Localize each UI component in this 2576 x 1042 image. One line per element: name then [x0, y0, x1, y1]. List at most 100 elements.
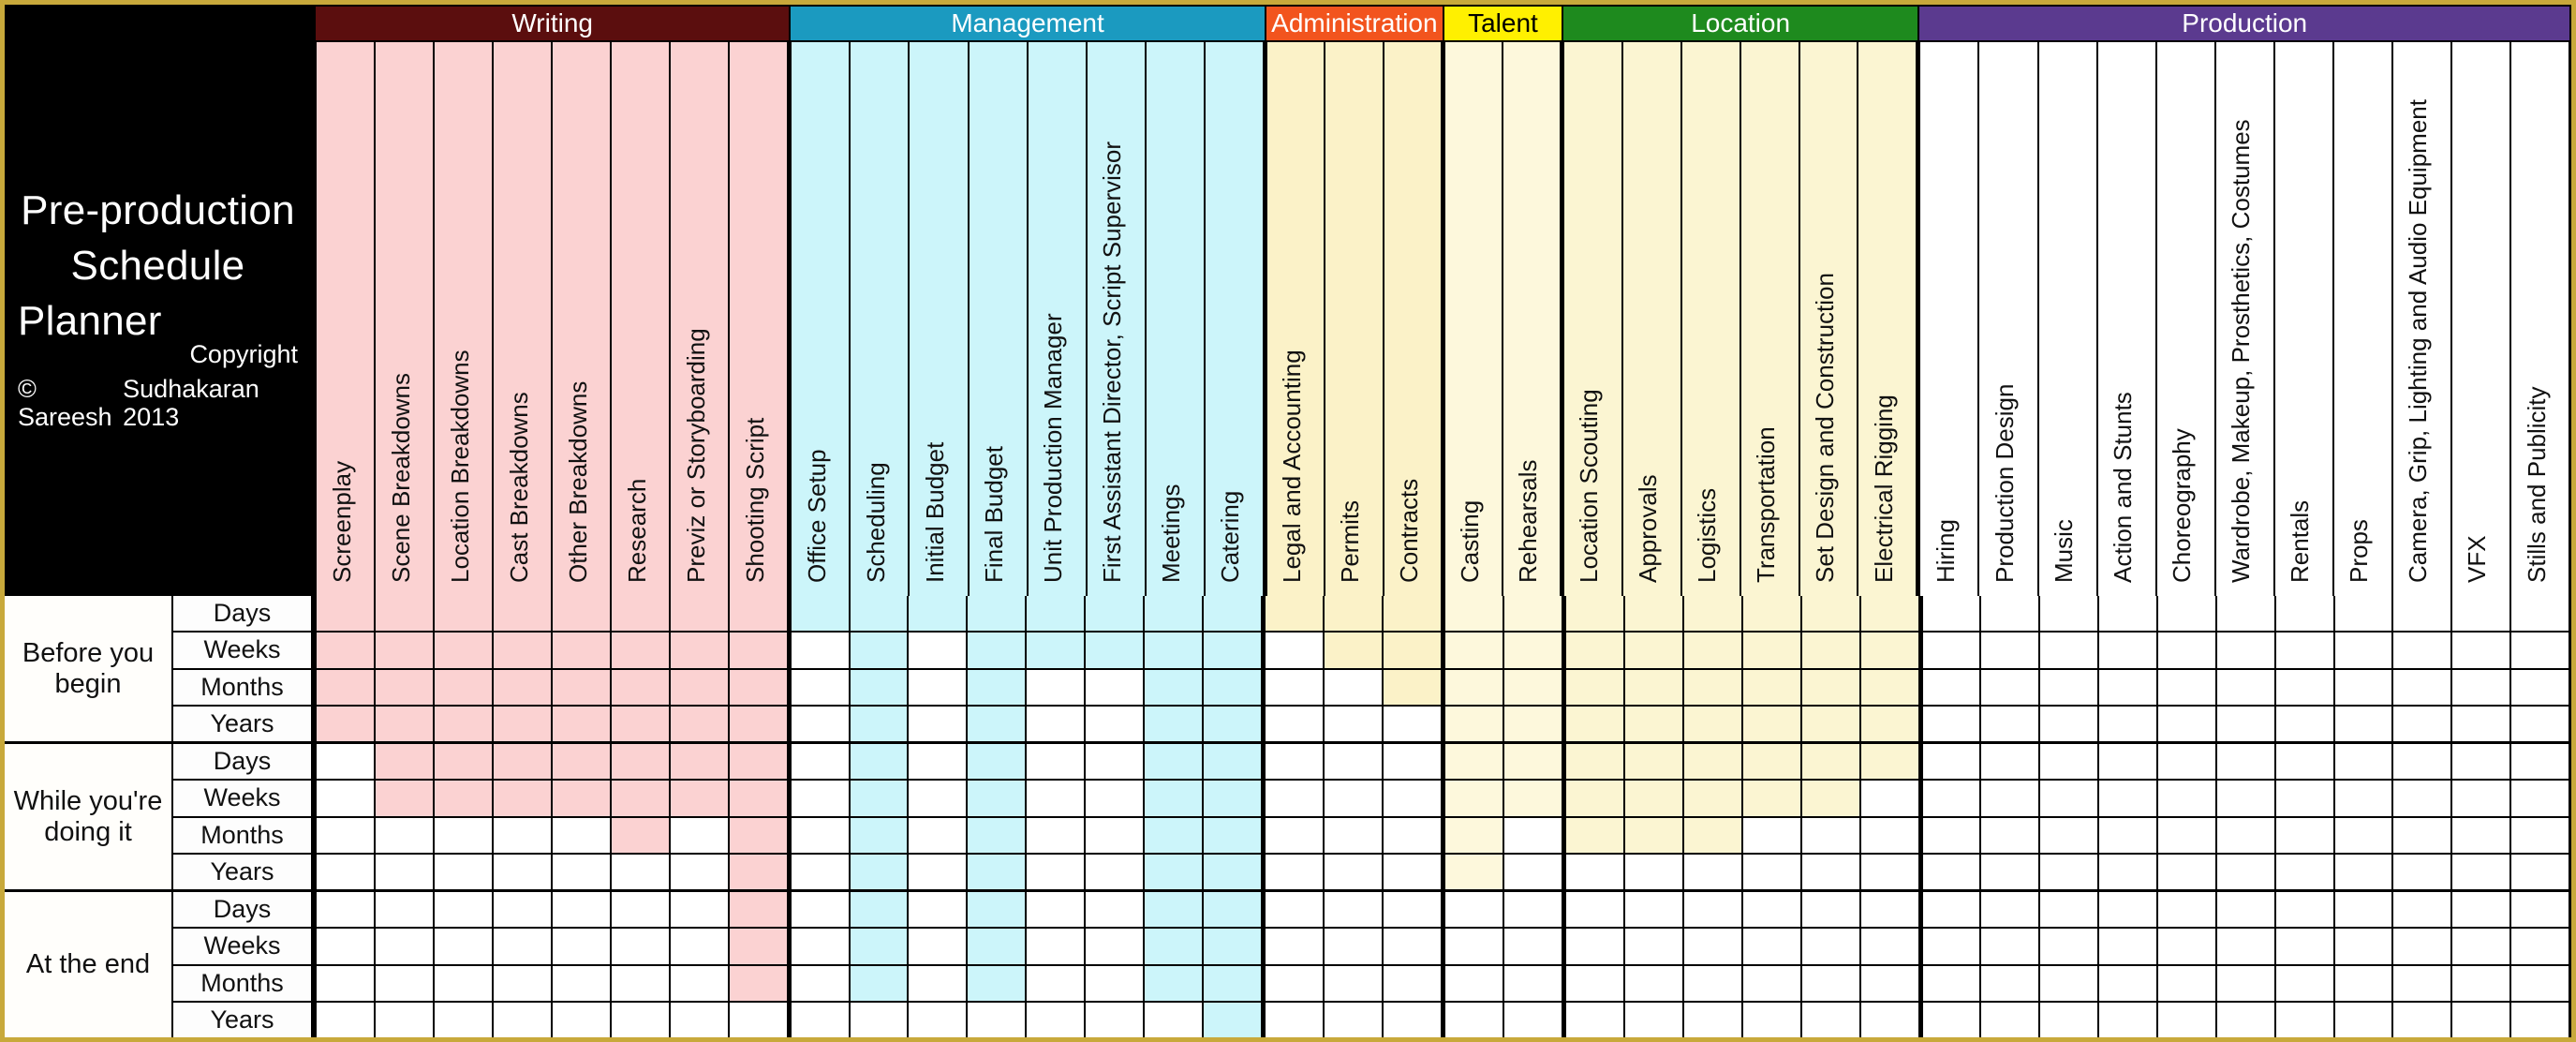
schedule-cell-filled[interactable] — [1503, 669, 1563, 705]
schedule-cell-empty[interactable] — [1027, 854, 1087, 889]
schedule-cell-empty[interactable] — [1266, 633, 1325, 668]
schedule-cell-empty[interactable] — [2393, 596, 2453, 632]
schedule-cell-filled[interactable] — [729, 633, 789, 668]
schedule-cell-empty[interactable] — [1624, 854, 1684, 889]
schedule-cell-empty[interactable] — [2452, 781, 2512, 816]
schedule-cell-empty[interactable] — [2158, 1002, 2217, 1037]
schedule-cell-empty[interactable] — [670, 929, 730, 964]
schedule-cell-empty[interactable] — [2393, 892, 2453, 928]
schedule-cell-empty[interactable] — [1860, 965, 1920, 1001]
schedule-cell-empty[interactable] — [2511, 744, 2572, 780]
schedule-cell-filled[interactable] — [1204, 669, 1264, 705]
schedule-cell-filled[interactable] — [968, 706, 1028, 741]
schedule-cell-empty[interactable] — [1981, 854, 2041, 889]
schedule-cell-empty[interactable] — [1860, 929, 1920, 964]
schedule-cell-empty[interactable] — [1981, 596, 2041, 632]
schedule-cell-empty[interactable] — [2511, 1002, 2572, 1037]
schedule-cell-filled[interactable] — [1742, 706, 1802, 741]
schedule-cell-filled[interactable] — [434, 744, 494, 780]
schedule-cell-filled[interactable] — [1145, 744, 1205, 780]
schedule-cell-filled[interactable] — [968, 892, 1028, 928]
schedule-cell-filled[interactable] — [968, 744, 1028, 780]
schedule-cell-empty[interactable] — [2275, 633, 2335, 668]
schedule-cell-filled[interactable] — [1683, 744, 1743, 780]
schedule-cell-filled[interactable] — [493, 596, 553, 632]
schedule-cell-filled[interactable] — [1801, 596, 1861, 632]
schedule-cell-empty[interactable] — [968, 1002, 1028, 1037]
schedule-cell-filled[interactable] — [850, 929, 910, 964]
schedule-cell-empty[interactable] — [670, 892, 730, 928]
column-header[interactable]: Logistics — [1681, 42, 1741, 596]
schedule-cell-empty[interactable] — [2393, 854, 2453, 889]
schedule-cell-empty[interactable] — [2099, 1002, 2159, 1037]
schedule-cell-empty[interactable] — [1565, 854, 1625, 889]
schedule-cell-empty[interactable] — [2334, 781, 2394, 816]
schedule-cell-filled[interactable] — [1683, 596, 1743, 632]
schedule-cell-empty[interactable] — [1086, 706, 1146, 741]
schedule-cell-empty[interactable] — [1860, 854, 1920, 889]
schedule-cell-filled[interactable] — [968, 817, 1028, 853]
schedule-cell-filled[interactable] — [1624, 817, 1684, 853]
schedule-cell-empty[interactable] — [1981, 929, 2041, 964]
schedule-cell-empty[interactable] — [909, 744, 969, 780]
column-header[interactable]: Approvals — [1622, 42, 1682, 596]
schedule-cell-filled[interactable] — [375, 669, 435, 705]
schedule-cell-filled[interactable] — [729, 892, 789, 928]
schedule-cell-empty[interactable] — [434, 965, 494, 1001]
schedule-cell-empty[interactable] — [1325, 892, 1384, 928]
schedule-cell-empty[interactable] — [1801, 1002, 1861, 1037]
schedule-cell-empty[interactable] — [1503, 1002, 1563, 1037]
schedule-cell-empty[interactable] — [2275, 596, 2335, 632]
schedule-cell-empty[interactable] — [1384, 781, 1443, 816]
schedule-cell-empty[interactable] — [1266, 744, 1325, 780]
schedule-cell-filled[interactable] — [1325, 596, 1384, 632]
schedule-cell-filled[interactable] — [375, 633, 435, 668]
schedule-cell-filled[interactable] — [1325, 633, 1384, 668]
schedule-cell-empty[interactable] — [909, 854, 969, 889]
column-header[interactable]: Previz or Storyboarding — [671, 42, 731, 596]
schedule-cell-empty[interactable] — [670, 817, 730, 853]
schedule-cell-empty[interactable] — [2158, 817, 2217, 853]
schedule-cell-empty[interactable] — [1445, 929, 1504, 964]
schedule-cell-empty[interactable] — [1801, 817, 1861, 853]
column-header[interactable]: Choreography — [2156, 42, 2216, 596]
schedule-cell-empty[interactable] — [2511, 669, 2572, 705]
schedule-cell-filled[interactable] — [611, 817, 671, 853]
schedule-cell-filled[interactable] — [317, 633, 376, 668]
schedule-cell-filled[interactable] — [1565, 669, 1625, 705]
schedule-cell-empty[interactable] — [1086, 965, 1146, 1001]
schedule-cell-empty[interactable] — [2158, 781, 2217, 816]
schedule-cell-empty[interactable] — [909, 781, 969, 816]
schedule-cell-empty[interactable] — [2040, 1002, 2100, 1037]
schedule-cell-filled[interactable] — [1742, 781, 1802, 816]
schedule-cell-empty[interactable] — [1922, 596, 1982, 632]
schedule-cell-empty[interactable] — [611, 965, 671, 1001]
schedule-cell-empty[interactable] — [791, 781, 851, 816]
column-header[interactable]: First Assistant Director, Script Supervi… — [1087, 42, 1147, 596]
schedule-cell-empty[interactable] — [1801, 929, 1861, 964]
column-header[interactable]: Casting — [1445, 42, 1503, 596]
schedule-cell-empty[interactable] — [909, 706, 969, 741]
schedule-cell-empty[interactable] — [1266, 965, 1325, 1001]
schedule-cell-empty[interactable] — [317, 965, 376, 1001]
schedule-cell-filled[interactable] — [1086, 633, 1146, 668]
schedule-cell-empty[interactable] — [1384, 892, 1443, 928]
schedule-cell-empty[interactable] — [2040, 706, 2100, 741]
schedule-cell-filled[interactable] — [1624, 781, 1684, 816]
schedule-cell-filled[interactable] — [1801, 706, 1861, 741]
column-header[interactable]: Contracts — [1384, 42, 1443, 596]
schedule-cell-empty[interactable] — [1683, 892, 1743, 928]
schedule-cell-empty[interactable] — [2275, 1002, 2335, 1037]
schedule-cell-empty[interactable] — [1503, 817, 1563, 853]
schedule-cell-filled[interactable] — [552, 669, 612, 705]
schedule-cell-filled[interactable] — [1683, 669, 1743, 705]
schedule-cell-empty[interactable] — [2511, 781, 2572, 816]
schedule-cell-empty[interactable] — [909, 892, 969, 928]
schedule-cell-empty[interactable] — [1922, 744, 1982, 780]
schedule-cell-filled[interactable] — [1145, 965, 1205, 1001]
schedule-cell-empty[interactable] — [2275, 781, 2335, 816]
schedule-cell-empty[interactable] — [2275, 965, 2335, 1001]
schedule-cell-empty[interactable] — [1683, 1002, 1743, 1037]
schedule-cell-empty[interactable] — [2393, 1002, 2453, 1037]
schedule-cell-filled[interactable] — [850, 706, 910, 741]
